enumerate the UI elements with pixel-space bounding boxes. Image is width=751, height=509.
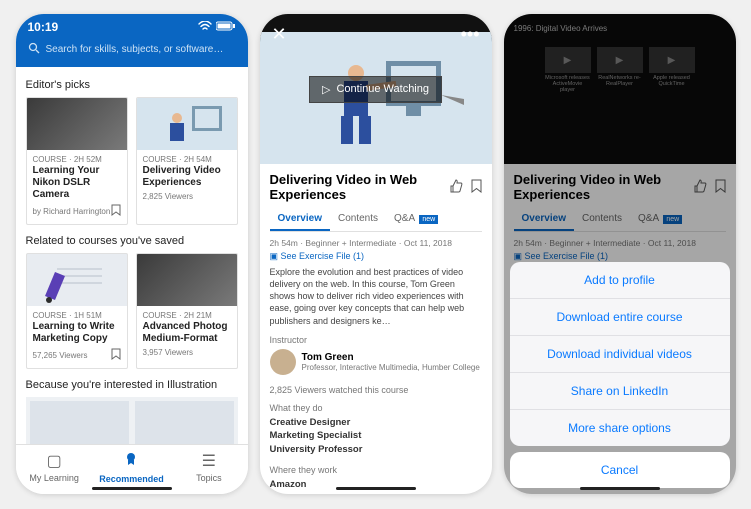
card-viewers: 3,957 Viewers [143,348,194,357]
course-meta: 2h 54m · Beginner + Intermediate · Oct 1… [270,238,482,248]
course-card[interactable]: COURSE · 2h 21m Advanced Photog Medium-F… [136,253,238,369]
tab-qa[interactable]: Q&A new [386,208,446,231]
thumb [30,401,129,444]
continue-watching-button[interactable]: ▷ Continue Watching [309,76,442,103]
header: 10:19 Search for skills, subjects, or so… [16,14,248,67]
status-time: 10:19 [28,20,59,34]
course-card[interactable]: COURSE · 1h 51m Learning to Write Market… [26,253,128,369]
sheet-more-options[interactable]: More share options [510,410,730,446]
instructor-name: Tom Green [302,352,480,363]
companies-list: Amazon AT&T Wipro Limited Microsoft [270,478,482,494]
screen-share-sheet: 1996: Digital Video Arrives ▶ Microsoft … [504,14,736,494]
tab-overview[interactable]: Overview [270,208,330,231]
avatar [270,349,296,375]
thumb [135,401,234,444]
picks-row: COURSE · 2h 52m Learning Your Nikon DSLR… [26,97,238,225]
card-meta: COURSE · 2h 54m [143,155,231,164]
browse-body: Editor's picks COURSE · 2h 52m Learning … [16,67,248,444]
home-indicator[interactable] [580,487,660,490]
sheet-cancel[interactable]: Cancel [510,452,730,488]
screen-course-detail: ✕ ••• ▷ Continue Watching Delivering Vid… [260,14,492,494]
list-item: University Professor [270,443,482,457]
card-thumb [27,254,127,306]
course-body: Delivering Video in Web Experiences Over… [260,164,492,494]
home-indicator[interactable] [92,487,172,490]
tab-contents[interactable]: Contents [330,208,386,231]
close-icon[interactable]: ✕ [272,24,287,45]
status-bar: 10:19 [28,20,236,34]
search-input[interactable]: Search for skills, subjects, or software… [28,42,236,57]
card-viewers: 57,265 Viewers [33,351,88,360]
instructor-row[interactable]: Tom Green Professor, Interactive Multime… [270,349,482,375]
card-title: Learning to Write Marketing Copy [33,321,121,345]
search-icon [28,42,40,57]
book-icon: ▢ [16,451,93,471]
instructor-title: Professor, Interactive Multimedia, Humbe… [302,363,480,372]
section-related: Related to courses you've saved [26,235,238,247]
battery-icon [216,20,236,34]
card-title: Delivering Video Experiences [143,165,231,189]
bookmark-icon[interactable] [111,204,121,219]
tab-recommended[interactable]: Recommended [93,451,170,484]
screen-browse: 10:19 Search for skills, subjects, or so… [16,14,248,494]
section-interested: Because you're interested in Illustratio… [26,379,238,391]
viewers-line: 2,825 Viewers watched this course [270,385,482,395]
card-meta: COURSE · 1h 51m [33,311,121,320]
file-icon: ▣ [270,251,279,261]
new-badge: new [419,215,438,224]
list-item: AT&T [270,492,482,494]
course-description: Explore the evolution and best practices… [270,266,482,327]
action-sheet: Add to profile Download entire course Do… [510,262,730,488]
section-editors-picks: Editor's picks [26,79,238,91]
more-icon[interactable]: ••• [461,24,480,45]
badge-icon [93,451,170,472]
card-thumb [27,98,127,150]
list-item: Creative Designer [270,416,482,430]
sheet-download-course[interactable]: Download entire course [510,299,730,336]
card-thumb [137,254,237,306]
like-icon[interactable] [449,179,463,196]
status-icons [198,20,236,34]
card-viewers: 2,825 Viewers [143,192,194,201]
course-tabs: Overview Contents Q&A new [270,208,482,232]
sheet-share-linkedin[interactable]: Share on LinkedIn [510,373,730,410]
bookmark-icon[interactable] [471,179,482,196]
instructor-label: Instructor [270,335,482,345]
card-meta: COURSE · 2h 52m [33,155,121,164]
play-icon: ▷ [322,83,330,96]
bookmark-icon[interactable] [111,348,121,363]
home-indicator[interactable] [336,487,416,490]
interest-strip[interactable] [26,397,238,444]
card-thumb [137,98,237,150]
roles-list: Creative Designer Marketing Specialist U… [270,416,482,457]
course-card[interactable]: COURSE · 2h 54m Delivering Video Experie… [136,97,238,225]
search-placeholder: Search for skills, subjects, or software… [46,44,224,55]
list-item: Marketing Specialist [270,429,482,443]
wifi-icon [198,20,212,34]
where-they-work-label: Where they work [270,465,482,475]
list-icon: ☰ [170,451,247,471]
card-meta: COURSE · 2h 21m [143,311,231,320]
video-player[interactable]: ✕ ••• ▷ Continue Watching [260,14,492,164]
exercise-file-link[interactable]: ▣ See Exercise File (1) [270,251,365,262]
tab-topics[interactable]: ☰ Topics [170,451,247,484]
sheet-add-to-profile[interactable]: Add to profile [510,262,730,299]
tab-my-learning[interactable]: ▢ My Learning [16,451,93,484]
sheet-options: Add to profile Download entire course Do… [510,262,730,446]
course-title: Delivering Video in Web Experiences [270,172,441,202]
card-byline: by Richard Harrington [33,207,111,216]
card-title: Advanced Photog Medium-Format [143,321,231,345]
what-they-do-label: What they do [270,403,482,413]
course-card[interactable]: COURSE · 2h 52m Learning Your Nikon DSLR… [26,97,128,225]
card-title: Learning Your Nikon DSLR Camera [33,165,121,201]
sheet-download-videos[interactable]: Download individual videos [510,336,730,373]
related-row: COURSE · 1h 51m Learning to Write Market… [26,253,238,369]
